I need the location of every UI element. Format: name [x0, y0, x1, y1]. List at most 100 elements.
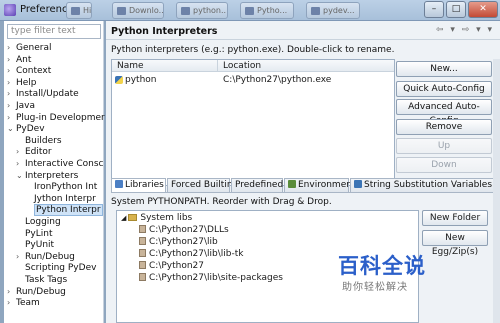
- library-path: C:\Python27\lib: [149, 237, 218, 247]
- expand-arrow-icon[interactable]: ›: [7, 54, 16, 66]
- library-folder-icon: [139, 225, 146, 233]
- quick-auto-config-button[interactable]: Quick Auto-Config: [396, 81, 492, 97]
- expand-arrow-icon[interactable]: ›: [7, 42, 16, 54]
- tree-item[interactable]: › Run/Debug: [7, 286, 66, 298]
- tree-item-label: Python Interpr: [34, 204, 103, 217]
- tree-item[interactable]: Jython Interpr: [25, 193, 96, 205]
- expand-arrow-icon[interactable]: ›: [7, 65, 16, 77]
- interpreter-name: python: [125, 75, 157, 85]
- tree-item[interactable]: › Ant: [7, 54, 31, 66]
- preferences-tree-pane: type filter text › General › Ant › Context › He…: [4, 21, 105, 323]
- tree-item[interactable]: › Team: [7, 297, 40, 309]
- list-item[interactable]: C:\Python27\lib: [139, 236, 218, 248]
- table-row[interactable]: python C:\Python27\python.exe: [112, 73, 394, 86]
- system-libs-root[interactable]: ◢ System libs: [121, 212, 192, 224]
- tree-item-label: Logging: [25, 217, 61, 227]
- tree-item[interactable]: › Plug-in Developmer: [7, 112, 105, 124]
- new-button[interactable]: New...: [396, 61, 492, 77]
- tree-item[interactable]: PyLint: [16, 228, 53, 240]
- header-divider: [106, 39, 500, 40]
- advanced-auto-config-button[interactable]: Advanced Auto-Config: [396, 99, 492, 126]
- new-folder-button[interactable]: New Folder: [422, 210, 488, 226]
- tree-item[interactable]: Scripting PyDev: [16, 262, 96, 274]
- tree-item[interactable]: Python Interpr: [25, 204, 103, 217]
- tree-item[interactable]: › Java: [7, 100, 35, 112]
- tab-label: Forced Builtins: [171, 180, 238, 190]
- list-item[interactable]: C:\Python27\lib\lib-tk: [139, 248, 243, 260]
- tab-string-substitution-variables[interactable]: String Substitution Variables: [350, 178, 500, 192]
- down-button[interactable]: Down: [396, 157, 492, 173]
- tree-item-label: Java: [16, 101, 36, 111]
- folder-icon: [128, 214, 138, 221]
- column-header-location[interactable]: Location: [223, 61, 261, 71]
- up-button[interactable]: Up: [396, 138, 492, 154]
- tab-label: Environment: [298, 180, 356, 190]
- collapse-arrow-icon[interactable]: ◢: [121, 214, 126, 222]
- expand-arrow-icon[interactable]: ›: [7, 286, 16, 298]
- expand-arrow-icon[interactable]: ›: [7, 112, 16, 124]
- expand-arrow-icon[interactable]: ›: [7, 100, 16, 112]
- tree-item[interactable]: › General: [7, 42, 51, 54]
- taskbar-tab-1[interactable]: Hi: [66, 2, 92, 19]
- tree-item[interactable]: › Interactive Consc: [16, 158, 103, 170]
- list-item[interactable]: C:\Python27\DLLs: [139, 224, 229, 236]
- tree-item[interactable]: › Editor: [16, 146, 52, 158]
- new-egg-zip-button[interactable]: New Egg/Zip(s): [422, 230, 488, 257]
- tree-item[interactable]: › Context: [7, 65, 51, 77]
- remove-button[interactable]: Remove: [396, 119, 492, 135]
- page-title: Python Interpreters: [111, 26, 218, 37]
- expand-arrow-icon[interactable]: ›: [16, 251, 25, 263]
- expand-arrow-icon[interactable]: ›: [16, 146, 25, 158]
- tree-item[interactable]: Logging: [16, 216, 61, 228]
- tree-item[interactable]: › Run/Debug: [16, 251, 75, 263]
- tab-icon: [115, 180, 123, 188]
- taskbar-tab-4[interactable]: Pytho...: [240, 2, 294, 19]
- tree-item-label: Editor: [25, 147, 52, 158]
- tree-item[interactable]: Task Tags: [16, 274, 67, 286]
- tab-icon: [288, 180, 296, 188]
- column-header-name[interactable]: Name: [117, 61, 144, 71]
- expand-arrow-icon[interactable]: ⌄: [16, 170, 25, 182]
- tree-item[interactable]: IronPython Int: [25, 181, 97, 193]
- tree-item-label: PyDev: [16, 124, 45, 135]
- close-button[interactable]: ✕: [468, 1, 498, 18]
- tree-item[interactable]: ⌄ Interpreters: [16, 170, 78, 182]
- taskbar-tab-2[interactable]: Downlo...: [112, 2, 164, 19]
- vertical-scrollbar[interactable]: [493, 59, 500, 323]
- library-path: C:\Python27\DLLs: [149, 225, 229, 235]
- tree-item[interactable]: › Install/Update: [7, 88, 79, 100]
- tab-forced-builtins[interactable]: Forced Builtins: [167, 178, 237, 192]
- list-item[interactable]: C:\Python27: [139, 260, 204, 272]
- expand-arrow-icon[interactable]: ›: [16, 158, 25, 170]
- tree-item-label: Ant: [16, 54, 32, 65]
- system-libs-label: System libs: [140, 213, 193, 223]
- maximize-button[interactable]: □: [446, 1, 466, 18]
- tree-item[interactable]: › Help: [7, 77, 37, 89]
- tree-item[interactable]: Builders: [16, 135, 62, 147]
- filter-input[interactable]: type filter text: [7, 24, 101, 39]
- navigation-arrows-icon[interactable]: ⇦ ▾ ⇨ ▾ ▾: [436, 25, 494, 35]
- library-folder-icon: [139, 273, 146, 281]
- tab-libraries[interactable]: Libraries: [111, 178, 166, 193]
- tree-item[interactable]: PyUnit: [16, 239, 54, 251]
- tree-item-label: Team: [16, 298, 40, 309]
- tree-item-label: Interactive Consc: [25, 159, 104, 169]
- pythonpath-label: System PYTHONPATH. Reorder with Drag & D…: [111, 197, 332, 207]
- expand-arrow-icon[interactable]: ›: [7, 88, 16, 100]
- tree-item-label: Plug-in Developmer: [16, 112, 105, 123]
- expand-arrow-icon[interactable]: ›: [7, 77, 16, 89]
- expand-arrow-icon[interactable]: ⌄: [7, 123, 16, 135]
- interpreter-info-tabs: Libraries Forced Builtins Predefined Enviro…: [111, 178, 500, 193]
- taskbar-tab-3[interactable]: python...: [176, 2, 228, 19]
- tab-label: String Substitution Variables: [364, 180, 493, 190]
- expand-arrow-icon[interactable]: ›: [7, 297, 16, 309]
- tab-predefined[interactable]: Predefined: [231, 178, 283, 192]
- tree-item-label: Run/Debug: [16, 286, 66, 297]
- list-item[interactable]: C:\Python27\lib\site-packages: [139, 272, 283, 284]
- taskbar-tab-5[interactable]: pydev...: [306, 2, 360, 19]
- minimize-button[interactable]: –: [424, 1, 444, 18]
- tree-item-label: Run/Debug: [25, 251, 75, 262]
- tab-environment[interactable]: Environment: [284, 178, 355, 192]
- tree-item[interactable]: ⌄ PyDev: [7, 123, 45, 135]
- tab-icon: [354, 180, 362, 188]
